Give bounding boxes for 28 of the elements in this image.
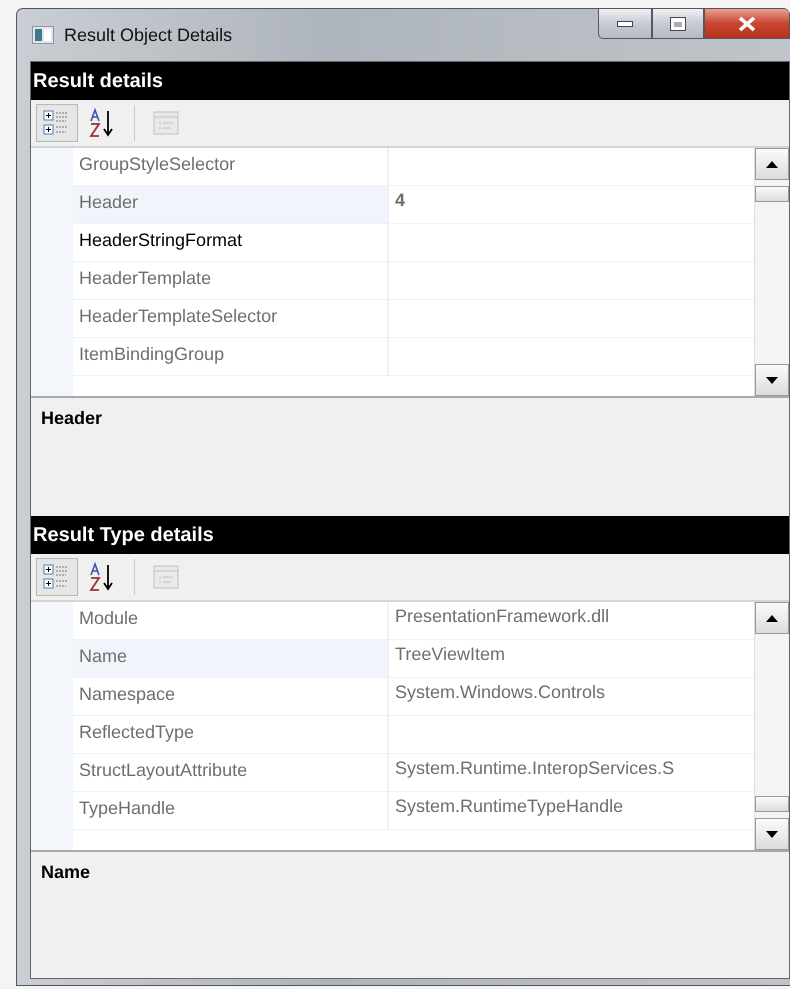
property-value[interactable]: PresentationFramework.dll xyxy=(389,602,754,639)
window-title: Result Object Details xyxy=(64,24,232,46)
description-title: Name xyxy=(41,862,90,882)
scroll-down-icon xyxy=(766,830,778,838)
scroll-thumb[interactable] xyxy=(755,186,789,202)
property-value[interactable]: 4 xyxy=(389,186,754,223)
property-value[interactable]: System.RuntimeTypeHandle xyxy=(389,792,754,829)
scroll-thumb[interactable] xyxy=(755,796,789,812)
maximize-icon xyxy=(670,16,686,30)
property-name[interactable]: Header xyxy=(73,186,389,223)
property-name[interactable]: Name xyxy=(73,640,389,677)
close-icon xyxy=(737,16,757,32)
property-value[interactable]: System.Windows.Controls xyxy=(389,678,754,715)
scrollbar[interactable] xyxy=(754,602,789,850)
minimize-button[interactable] xyxy=(598,9,652,39)
maximize-button[interactable] xyxy=(652,9,704,39)
section-header: Result Type details xyxy=(31,516,789,554)
property-value[interactable]: System.Runtime.InteropServices.S xyxy=(389,754,754,791)
description-title: Header xyxy=(41,408,102,428)
close-button[interactable] xyxy=(704,9,790,39)
scroll-up-icon xyxy=(766,160,778,168)
minimize-icon xyxy=(617,20,633,26)
property-value[interactable]: TreeViewItem xyxy=(389,640,754,677)
scroll-up-icon xyxy=(766,614,778,622)
scrollbar[interactable] xyxy=(754,148,789,396)
window-icon xyxy=(32,26,54,44)
section-header: Result details xyxy=(31,62,789,100)
scroll-down-icon xyxy=(766,376,778,384)
